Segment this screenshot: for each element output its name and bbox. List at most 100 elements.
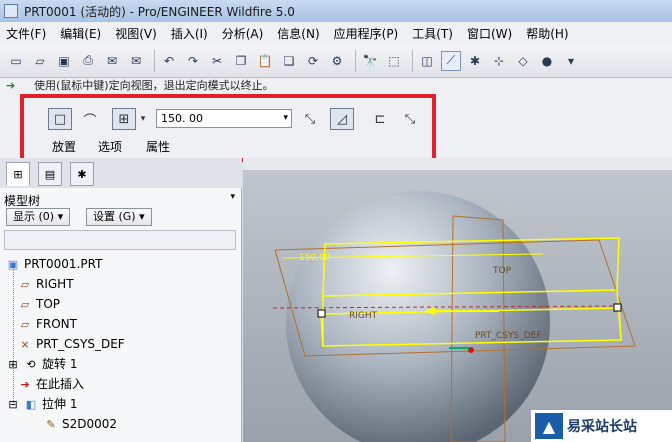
regenerate-manager-icon[interactable]: ⚙ xyxy=(327,51,347,71)
sketch-icon: ✎ xyxy=(46,418,56,431)
datum-right-label: RIGHT xyxy=(349,311,378,321)
paste-icon[interactable]: 📋 xyxy=(255,51,275,71)
tree-item-sketch[interactable]: ✎ S2D0002 xyxy=(6,414,238,434)
window-title: PRT0001 (活动的) - Pro/ENGINEER Wildfire 5.… xyxy=(24,4,295,19)
tree-item-label: TOP xyxy=(36,297,61,311)
axis-display-icon[interactable]: ✱ xyxy=(465,51,485,71)
regenerate-icon[interactable]: ⟳ xyxy=(303,51,323,71)
tree-item-label: RIGHT xyxy=(36,277,74,291)
toolbar-separator xyxy=(355,49,356,72)
model-tree: ▣ PRT0001.PRT ▱ RIGHT ▱ TOP ▱ FRONT ⨯ PRT_CSY… xyxy=(6,254,238,434)
menu-view[interactable]: 视图(V) xyxy=(115,25,157,42)
menu-analysis[interactable]: 分析(A) xyxy=(222,25,264,42)
undo-icon[interactable]: ↶ xyxy=(159,51,179,71)
sketch-display-icon[interactable]: ⟋ xyxy=(441,50,461,71)
cut-icon[interactable]: ✂ xyxy=(207,51,227,71)
expand-icon[interactable]: ⊞ xyxy=(6,355,20,375)
datum-plane-icon: ▱ xyxy=(20,278,30,291)
tree-item-right[interactable]: ▱ RIGHT xyxy=(6,274,238,294)
model-tree-title: 模型树 xyxy=(4,194,41,208)
tree-item-revolve[interactable]: ⊞ ⟲ 旋转 1 xyxy=(6,354,238,374)
thicken-icon[interactable]: ⊏ xyxy=(368,108,392,130)
spin-center-icon[interactable]: ⊹ xyxy=(489,51,509,71)
open-folder-icon[interactable]: ▱ xyxy=(30,51,50,71)
menu-tools[interactable]: 工具(T) xyxy=(412,25,453,42)
tab-placement[interactable]: 放置 xyxy=(52,138,76,155)
copy-icon[interactable]: ❐ xyxy=(231,51,251,71)
extrude-dashboard: □ ⌒ ⊞ ▾ 150. 00 ▾ ⤡ ◿ ⊏ ⤡ 放置 选项 属性 xyxy=(0,94,672,162)
tab-options[interactable]: 选项 xyxy=(98,138,122,155)
blind-depth-icon[interactable]: ⊞ xyxy=(112,108,136,130)
drag-handle-right[interactable] xyxy=(613,303,622,312)
menu-applications[interactable]: 应用程序(P) xyxy=(334,25,399,42)
solid-extrude-icon[interactable]: □ xyxy=(48,108,72,130)
datum-display-icon[interactable]: ◫ xyxy=(417,51,437,71)
tab-properties[interactable]: 属性 xyxy=(146,138,170,155)
view-orient-icon[interactable]: ◇ xyxy=(513,51,533,71)
datum-plane-icon: ▱ xyxy=(20,318,30,331)
new-file-icon[interactable]: ▭ xyxy=(6,51,26,71)
graphics-window[interactable]: 150.00 TOP RIGHT PRT_CSYS_DEF ▲ 易采站长站 xyxy=(243,158,672,442)
selection-box-icon[interactable]: ⬚ xyxy=(384,51,404,71)
model-graphics: 150.00 TOP RIGHT PRT_CSYS_DEF xyxy=(272,191,636,442)
redo-icon[interactable]: ↷ xyxy=(183,51,203,71)
flip-thicken-icon[interactable]: ⤡ xyxy=(398,108,422,130)
depth-value-text: 150. 00 xyxy=(161,112,203,125)
tree-item-label: 旋转 1 xyxy=(42,357,78,371)
menu-bar: 文件(F) 编辑(E) 视图(V) 插入(I) 分析(A) 信息(N) 应用程序… xyxy=(0,22,672,44)
depth-options-chevron-icon[interactable]: ▾ xyxy=(136,108,150,130)
settings-button[interactable]: 设置 (G) ▾ xyxy=(86,208,152,226)
menu-file[interactable]: 文件(F) xyxy=(6,25,46,42)
model-tree-tab-icon[interactable]: ⊞ xyxy=(6,162,30,186)
menu-insert[interactable]: 插入(I) xyxy=(171,25,208,42)
chevron-down-icon[interactable]: ▾ xyxy=(283,110,288,127)
tree-item-label: FRONT xyxy=(36,317,77,331)
print-icon[interactable]: ⎙ xyxy=(78,51,98,71)
find-icon[interactable]: 🔭 xyxy=(360,51,380,71)
message-arrow-icon: ➔ xyxy=(6,79,16,92)
flip-direction-icon[interactable]: ⤡ xyxy=(298,108,322,130)
drag-handle-left[interactable] xyxy=(317,309,326,318)
menu-window[interactable]: 窗口(W) xyxy=(467,25,512,42)
chevron-down-icon[interactable]: ▾ xyxy=(230,192,235,202)
datum-plane-icon: ▱ xyxy=(20,298,30,311)
tree-item-insert-here[interactable]: ➔ 在此插入 xyxy=(6,374,238,394)
revolve-icon: ⟲ xyxy=(26,358,36,371)
app-icon xyxy=(4,4,18,18)
title-bar: PRT0001 (活动的) - Pro/ENGINEER Wildfire 5.… xyxy=(0,0,672,22)
remove-material-icon[interactable]: ◿ xyxy=(330,108,354,130)
model-tree-panel: ⊞ ▤ ✱ 模型树 ▾ 显示 (0) ▾ 设置 (G) ▾ ▣ PRT0001.P… xyxy=(0,158,242,442)
tree-item-label: 拉伸 1 xyxy=(42,397,78,411)
tree-item-front[interactable]: ▱ FRONT xyxy=(6,314,238,334)
tree-item-part[interactable]: ▣ PRT0001.PRT xyxy=(6,254,238,274)
message-text: 使用(鼠标中键)定向视图，退出定向模式以终止。 xyxy=(34,79,274,92)
display-style-icon[interactable]: ● xyxy=(537,51,557,71)
depth-value-input[interactable]: 150. 00 ▾ xyxy=(156,109,292,128)
datum-top-label: TOP xyxy=(492,266,512,276)
show-button[interactable]: 显示 (0) ▾ xyxy=(6,208,71,226)
collapse-icon[interactable]: ⊟ xyxy=(6,395,20,415)
csys-label: PRT_CSYS_DEF xyxy=(475,331,542,341)
depth-dimension-label[interactable]: 150.00 xyxy=(299,253,331,263)
menu-edit[interactable]: 编辑(E) xyxy=(60,25,101,42)
surface-extrude-icon[interactable]: ⌒ xyxy=(78,108,102,130)
email-icon[interactable]: ✉ xyxy=(102,51,122,71)
part-icon: ▣ xyxy=(7,258,19,271)
tree-item-extrude[interactable]: ⊟ ◧ 拉伸 1 xyxy=(6,394,238,414)
menu-info[interactable]: 信息(N) xyxy=(277,25,319,42)
menu-help[interactable]: 帮助(H) xyxy=(526,25,568,42)
tree-item-csys[interactable]: ⨯ PRT_CSYS_DEF xyxy=(6,334,238,354)
tree-column-header xyxy=(4,230,236,250)
main-toolbar: ▭ ▱ ▣ ⎙ ✉ ✉ ↶ ↷ ✂ ❐ 📋 ❏ ⟳ ⚙ 🔭 ⬚ ◫ ⟋ ✱ ⊹ … xyxy=(0,44,672,78)
watermark-logo-icon: ▲ xyxy=(535,413,563,439)
more-tools-icon[interactable]: ▾ xyxy=(561,51,581,71)
email-link-icon[interactable]: ✉ xyxy=(126,51,146,71)
watermark-text: 易采站长站 xyxy=(567,419,637,435)
tree-item-top[interactable]: ▱ TOP xyxy=(6,294,238,314)
paste-special-icon[interactable]: ❏ xyxy=(279,51,299,71)
favorites-tab-icon[interactable]: ✱ xyxy=(70,162,94,186)
toolbar-separator xyxy=(154,49,155,72)
save-icon[interactable]: ▣ xyxy=(54,51,74,71)
folder-browser-tab-icon[interactable]: ▤ xyxy=(38,162,62,186)
insert-arrow-icon: ➔ xyxy=(20,378,30,391)
